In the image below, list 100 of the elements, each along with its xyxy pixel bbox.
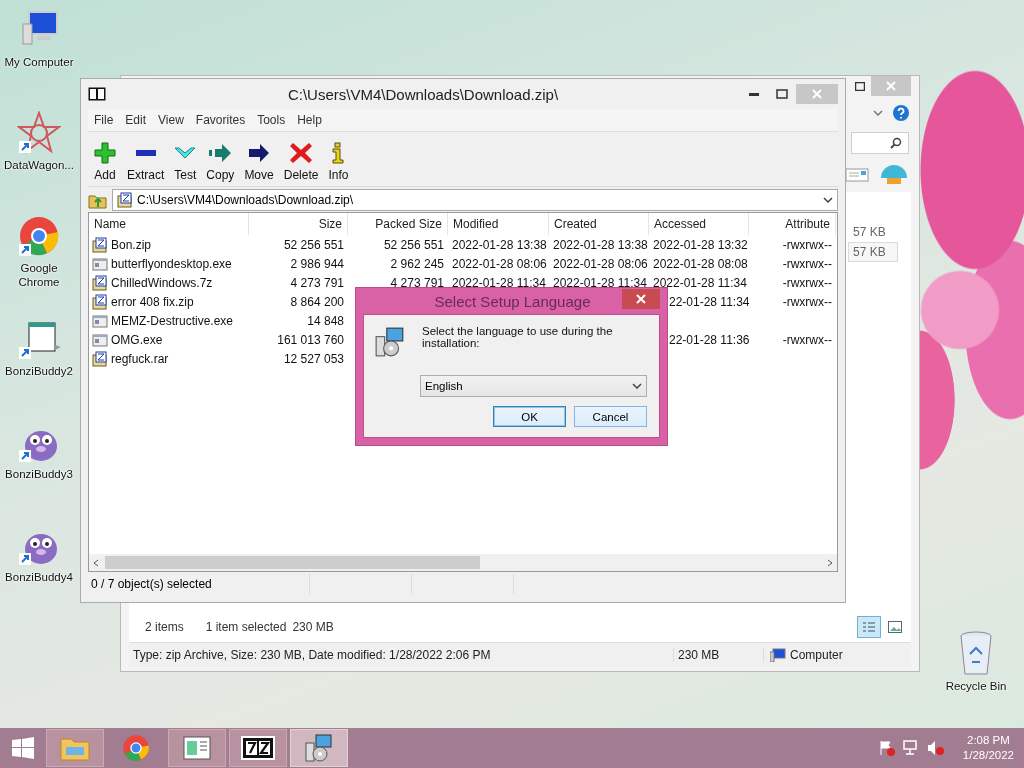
- table-cell-text: -rwxrwx--: [781, 236, 833, 254]
- file-size[interactable]: 57 KB: [848, 222, 898, 242]
- toolbar-button[interactable]: Move: [239, 136, 279, 182]
- item-count: 2 items: [145, 620, 184, 634]
- window-title: C:\Users\VM4\Downloads\Download.zip\: [286, 85, 560, 103]
- menu-item[interactable]: Help: [291, 111, 328, 129]
- details-icon: [862, 621, 876, 633]
- chevron-down-icon[interactable]: [873, 110, 883, 116]
- search-field[interactable]: [851, 132, 909, 154]
- desktop-icon-label[interactable]: My Computer: [4, 55, 74, 69]
- dialog-button[interactable]: OK: [493, 406, 566, 427]
- path-field[interactable]: C:\Users\VM4\Downloads\Download.zip\: [112, 188, 838, 211]
- table-cell-text: 2022-01-28 08:08: [652, 255, 749, 273]
- archive-icon: [92, 350, 108, 367]
- selection-info: 1 item selected: [205, 620, 287, 634]
- column-header[interactable]: Modified: [448, 213, 549, 235]
- menu-item[interactable]: Tools: [251, 111, 292, 129]
- table-cell-text: 2022-01-28 13:38: [451, 236, 548, 254]
- table-cell-text: 2022-01-28 11:34: [552, 274, 648, 292]
- installer-icon: [304, 733, 334, 763]
- toolbar-button[interactable]: Delete: [278, 136, 324, 182]
- column-header[interactable]: Packed Size: [348, 213, 448, 235]
- toolbar-button[interactable]: Extract: [122, 136, 170, 182]
- plus-icon: [93, 141, 117, 165]
- table-cell-text: 4 273 791: [389, 274, 445, 292]
- close-button[interactable]: [622, 289, 660, 309]
- menu-item[interactable]: Favorites: [189, 111, 252, 129]
- table-cell-text: -rwxrwx--: [781, 293, 833, 311]
- file-name[interactable]: regfuck.rar: [89, 349, 249, 368]
- desktop-icon-label[interactable]: BonziBuddy3: [5, 467, 73, 481]
- table-cell-text: -rwxrwx--: [781, 255, 833, 273]
- selection-status: 0 / 7 object(s) selected: [88, 574, 310, 594]
- table-cell-text: 8 864 200: [289, 293, 345, 311]
- desktop-icon-label[interactable]: BonziBuddy2: [5, 364, 73, 378]
- view-icon[interactable]: [845, 167, 869, 183]
- maximize-icon: [855, 81, 865, 91]
- menu-item[interactable]: File: [88, 111, 120, 129]
- info-icon: [332, 142, 345, 164]
- table-cell-text: 14 848: [306, 312, 345, 330]
- clock-date[interactable]: 1/28/2022: [962, 748, 1014, 763]
- column-header[interactable]: Created: [549, 213, 649, 235]
- installer-icon: [374, 325, 406, 359]
- flag-icon[interactable]: [878, 740, 895, 756]
- toolbar-button[interactable]: Test: [169, 136, 202, 182]
- dialog-title: Select Setup Language: [433, 292, 592, 310]
- file-name[interactable]: ChilledWindows.7z: [89, 273, 249, 292]
- column-header[interactable]: Name: [89, 213, 249, 235]
- help-icon[interactable]: [893, 105, 909, 121]
- toolbar-button[interactable]: Info: [323, 136, 354, 182]
- toolbar-button[interactable]: Add: [88, 136, 122, 182]
- file-size: 230 MB: [673, 648, 763, 662]
- maximize-icon: [776, 89, 788, 99]
- file-name[interactable]: error 408 fix.zip: [89, 292, 249, 311]
- program-icon: [92, 312, 108, 329]
- x-icon: [289, 141, 314, 165]
- menu-item[interactable]: Edit: [119, 111, 153, 129]
- recycle-bin-icon: [958, 630, 994, 676]
- file-name[interactable]: butterflyondesktop.exe: [89, 254, 249, 273]
- chevron-right-icon[interactable]: [827, 558, 833, 567]
- column-header[interactable]: Size: [249, 213, 348, 235]
- dialog-button[interactable]: Cancel: [574, 406, 647, 427]
- arrow-icon: [247, 141, 272, 165]
- archive-icon: [92, 236, 108, 253]
- file-name[interactable]: Bon.zip: [89, 235, 249, 254]
- toolbar-button[interactable]: Copy: [201, 136, 240, 182]
- table-cell-text: 161 013 760: [276, 331, 345, 349]
- table-cell-text: 2 962 245: [389, 255, 445, 273]
- chevron-left-icon[interactable]: [93, 558, 99, 567]
- table-cell-text: 2022-01-28 08:06: [451, 255, 548, 273]
- volume-muted-icon[interactable]: [926, 740, 945, 756]
- desktop-icon-label[interactable]: Recycle Bin: [945, 679, 1007, 693]
- column-header[interactable]: Accessed: [649, 213, 749, 235]
- checkmark-icon: [174, 147, 197, 159]
- network-icon[interactable]: [902, 740, 919, 756]
- desktop-icon-label[interactable]: Google Chrome: [0, 261, 78, 289]
- horizontal-scrollbar[interactable]: [89, 554, 837, 571]
- desktop-icon-label[interactable]: BonziBuddy4: [5, 570, 73, 584]
- close-icon: [812, 89, 822, 99]
- picture-icon: [888, 621, 902, 633]
- table-cell-text: 2022-01-28 11:34: [652, 274, 748, 292]
- location-label: Computer: [790, 648, 843, 662]
- table-cell-text: 52 256 551: [382, 236, 445, 254]
- close-icon: [886, 81, 896, 91]
- file-name[interactable]: MEMZ-Destructive.exe: [89, 311, 249, 330]
- menu-item[interactable]: View: [152, 111, 190, 129]
- folder-icon: [60, 735, 90, 761]
- desktop-icon-label[interactable]: DataWagon...: [4, 158, 74, 172]
- file-name[interactable]: OMG.exe: [89, 330, 249, 349]
- chrome-icon: [122, 734, 150, 762]
- archiver-icon: [241, 736, 275, 760]
- table-cell-text: 2022-01-28 13:38: [552, 236, 649, 254]
- taskbar-button[interactable]: [229, 729, 287, 767]
- chevron-down-icon: [632, 383, 642, 389]
- computer-icon: [770, 648, 786, 662]
- file-size[interactable]: 57 KB: [848, 242, 898, 262]
- archive-icon: [92, 293, 108, 310]
- table-cell-text: 12 527 053: [282, 350, 345, 368]
- column-header[interactable]: Attribute: [749, 213, 836, 235]
- clock-time[interactable]: 2:08 PM: [967, 733, 1010, 748]
- language-select[interactable]: English: [420, 375, 647, 397]
